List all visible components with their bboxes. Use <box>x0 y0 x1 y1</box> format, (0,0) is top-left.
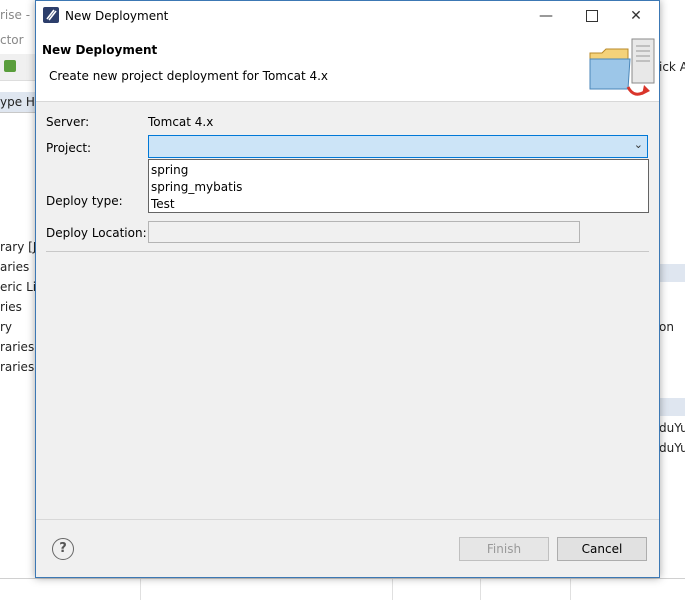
background-view-fragment: on <box>659 320 674 334</box>
project-combobox[interactable]: ⌄ <box>148 135 648 158</box>
dialog-titlebar[interactable]: New Deployment — ✕ <box>36 1 659 31</box>
app-icon <box>43 7 59 23</box>
form-divider <box>46 251 649 252</box>
project-option[interactable]: spring_mybatis <box>151 179 242 196</box>
deploy-type-label: Deploy type: <box>46 194 123 208</box>
background-tree-fragment: ry <box>0 320 13 334</box>
background-tree-fragment: raries <box>0 340 35 354</box>
background-tree-fragment: raries <box>0 360 35 374</box>
background-tab-fragment: ype Hi <box>0 92 38 113</box>
maximize-icon <box>586 10 598 22</box>
background-toolbar <box>0 54 36 81</box>
footer-divider <box>36 519 659 520</box>
new-deployment-dialog: New Deployment — ✕ New Deployment Create… <box>35 0 660 578</box>
dialog-title: New Deployment <box>65 9 169 23</box>
project-option[interactable]: spring <box>151 162 188 179</box>
wizard-header-title: New Deployment <box>42 43 158 57</box>
background-tree-fragment: rary [J <box>0 240 37 254</box>
close-button[interactable]: ✕ <box>613 1 659 31</box>
finish-button[interactable]: Finish <box>459 537 549 561</box>
project-option[interactable]: Test <box>151 196 175 213</box>
deploy-location-field[interactable] <box>148 221 580 243</box>
background-tab-strip <box>659 264 685 282</box>
chevron-down-icon[interactable]: ⌄ <box>634 138 643 151</box>
background-menu-fragment: ctor <box>0 33 24 47</box>
background-quick-access-fragment: ick A <box>659 60 685 74</box>
project-dropdown-list: spring spring_mybatis Test <box>148 159 649 213</box>
background-tree-fragment: eric Li <box>0 280 37 294</box>
background-status-bar <box>0 578 685 600</box>
project-label: Project: <box>46 141 92 155</box>
background-right-panel: ick A on duYu duYu <box>658 0 685 599</box>
background-tree-fragment: ries <box>0 300 22 314</box>
background-row-fragment: duYu <box>659 421 685 435</box>
background-left-panel: rise - ctor ype Hi rary [J aries eric Li… <box>0 0 38 599</box>
run-icon <box>4 60 16 72</box>
background-tree-fragment: aries <box>0 260 30 274</box>
help-icon[interactable]: ? <box>52 538 74 560</box>
background-row-fragment: duYu <box>659 441 685 455</box>
background-tab-strip <box>659 398 685 416</box>
maximize-button[interactable] <box>569 1 615 31</box>
minimize-button[interactable]: — <box>523 1 569 31</box>
deployment-wizard-icon <box>588 37 658 99</box>
deploy-location-label: Deploy Location: <box>46 226 147 240</box>
wizard-header-description: Create new project deployment for Tomcat… <box>49 69 329 83</box>
wizard-header: New Deployment Create new project deploy… <box>36 31 659 102</box>
server-value: Tomcat 4.x <box>148 115 214 129</box>
cancel-button[interactable]: Cancel <box>557 537 647 561</box>
server-label: Server: <box>46 115 90 129</box>
background-menu-fragment: rise - <box>0 8 31 22</box>
